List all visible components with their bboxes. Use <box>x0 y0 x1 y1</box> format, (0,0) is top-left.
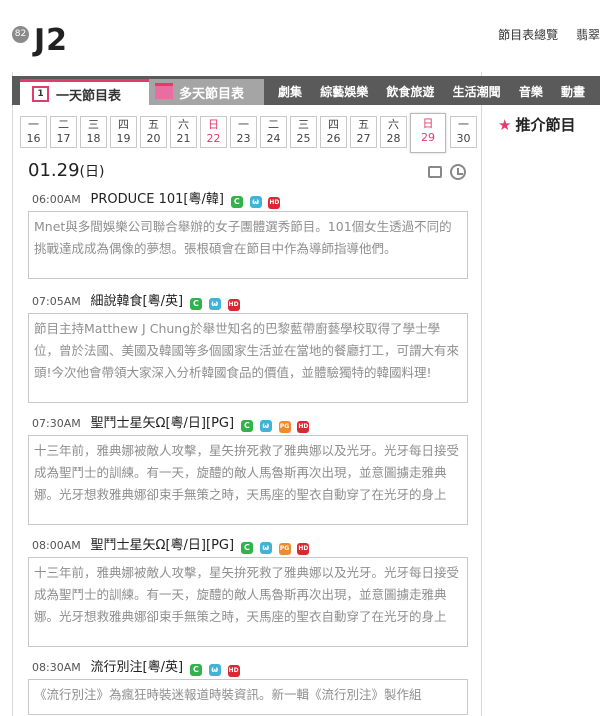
day-29-selected[interactable]: 日 29 <box>410 113 446 153</box>
cantonese-icon: C <box>189 298 202 310</box>
channel-logo: J2 <box>34 23 69 58</box>
programme-time: 07:05AM <box>32 295 81 308</box>
day-23[interactable]: 一 23 <box>230 116 257 148</box>
current-date: 01.29(日) <box>28 160 105 181</box>
pg-icon: PG <box>278 543 291 555</box>
programme-title[interactable]: 流行別注[粵/英] <box>91 660 184 675</box>
top-link-schedule-overview[interactable]: 節目表總覽 <box>498 28 558 42</box>
cantonese-icon: C <box>189 664 202 676</box>
recommended-programmes-heading: ★ 推介節目 <box>498 116 576 134</box>
category-lifestyle[interactable]: 生活潮聞 <box>453 85 501 99</box>
channel-number-badge: 82 <box>12 26 29 43</box>
top-link-jade[interactable]: 翡翠 <box>576 28 600 42</box>
programme-item: 08:00AM 聖鬥士星矢Ω[粵/日][PG] C ω PG HD 十三年前，雅… <box>28 534 470 647</box>
programme-time: 07:30AM <box>32 417 81 430</box>
hd-icon: HD <box>297 543 310 555</box>
hd-icon: HD <box>268 197 281 209</box>
day-17[interactable]: 二 17 <box>50 116 77 148</box>
day-27[interactable]: 五 27 <box>350 116 377 148</box>
programme-time: 06:00AM <box>32 193 81 206</box>
hd-icon: HD <box>227 665 240 677</box>
clock-icon[interactable] <box>450 164 466 180</box>
hd-icon: HD <box>227 299 240 311</box>
cantonese-icon: C <box>240 542 253 554</box>
programme-description: 十三年前，雅典娜被敵人攻擊，星矢拚死救了雅典娜以及光牙。光牙每日接受成為聖鬥士的… <box>28 557 468 647</box>
day-30[interactable]: 一 30 <box>450 116 477 148</box>
day-24[interactable]: 二 24 <box>260 116 287 148</box>
hd-icon: HD <box>297 421 310 433</box>
programme-title[interactable]: 聖鬥士星矢Ω[粵/日][PG] <box>91 416 235 431</box>
day-22[interactable]: 日 22 <box>200 116 227 148</box>
programme-title[interactable]: 細說韓食[粵/英] <box>91 294 184 309</box>
cantonese-icon: C <box>240 420 253 432</box>
programme-description: 十三年前，雅典娜被敵人攻擊，星矢拚死救了雅典娜以及光牙。光牙每日接受成為聖鬥士的… <box>28 435 468 525</box>
category-food-travel[interactable]: 飲食旅遊 <box>386 85 434 99</box>
programme-item: 08:30AM 流行別注[粵/英] C ω HD 《流行別注》為瘋狂時裝迷報道時… <box>28 656 470 715</box>
top-links: 節目表總覽 翡翠 <box>484 26 600 43</box>
programme-title[interactable]: PRODUCE 101[粵/韓] <box>91 192 224 207</box>
category-anime[interactable]: 動畫 <box>561 85 585 99</box>
programme-item: 07:30AM 聖鬥士星矢Ω[粵/日][PG] C ω PG HD 十三年前，雅… <box>28 412 470 525</box>
day-25[interactable]: 三 25 <box>290 116 317 148</box>
tab-one-day[interactable]: 1 一天節目表 <box>20 79 149 105</box>
web-icon: ω <box>259 542 272 554</box>
web-icon: ω <box>208 664 221 676</box>
day-21[interactable]: 六 21 <box>170 116 197 148</box>
programme-description: 節目主持Matthew J Chung於舉世知名的巴黎藍帶廚藝學校取得了學士學位… <box>28 313 468 403</box>
category-drama[interactable]: 劇集 <box>278 85 302 99</box>
tab-multi-day[interactable]: 多天節目表 <box>149 79 264 105</box>
category-variety[interactable]: 綜藝娛樂 <box>320 85 368 99</box>
web-icon: ω <box>249 196 262 208</box>
pg-icon: PG <box>278 421 291 433</box>
print-icon[interactable] <box>428 166 442 178</box>
day-19[interactable]: 四 19 <box>110 116 137 148</box>
programme-time: 08:00AM <box>32 539 81 552</box>
day-16[interactable]: 一 16 <box>20 116 47 148</box>
calendar-day-icon: 1 <box>32 86 49 102</box>
web-icon: ω <box>208 298 221 310</box>
programme-title[interactable]: 聖鬥士星矢Ω[粵/日][PG] <box>91 538 235 553</box>
web-icon: ω <box>259 420 272 432</box>
tab-one-day-label: 一天節目表 <box>56 89 122 104</box>
programme-time: 08:30AM <box>32 661 81 674</box>
day-26[interactable]: 四 26 <box>320 116 347 148</box>
cantonese-icon: C <box>230 196 243 208</box>
category-music[interactable]: 音樂 <box>519 85 543 99</box>
star-icon: ★ <box>498 116 512 134</box>
day-28[interactable]: 六 28 <box>380 116 407 148</box>
tab-multi-day-label: 多天節目表 <box>179 87 245 102</box>
day-20[interactable]: 五 20 <box>140 116 167 148</box>
programme-item: 06:00AM PRODUCE 101[粵/韓] C ω HD Mnet與多間娛… <box>28 188 470 279</box>
calendar-multi-icon <box>155 83 173 99</box>
category-links: 劇集 綜藝娛樂 飲食旅遊 生活潮聞 音樂 動畫 <box>278 83 599 100</box>
top-header: 82 J2 節目表總覽 翡翠 <box>0 0 600 62</box>
programme-description: 《流行別注》為瘋狂時裝迷報道時裝資訊。新一輯《流行別注》製作組 <box>28 679 468 715</box>
programme-description: Mnet與多間娛樂公司聯合舉辦的女子團體選秀節目。101個女生透過不同的挑戰達成… <box>28 211 468 279</box>
programme-item: 07:05AM 細說韓食[粵/英] C ω HD 節目主持Matthew J C… <box>28 290 470 403</box>
day-18[interactable]: 三 18 <box>80 116 107 148</box>
